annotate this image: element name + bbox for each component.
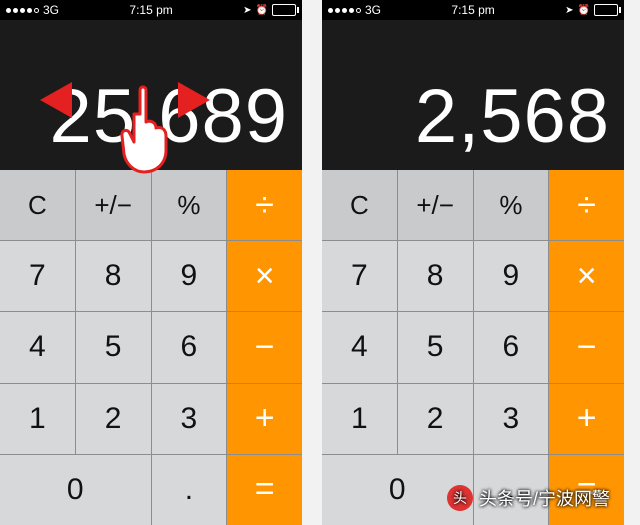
clear-button[interactable]: C <box>0 170 75 240</box>
phone-after: 3G 7:15 pm ➤ ⏰ 2,568 C +/− % ÷ 7 8 9 × 4… <box>322 0 624 525</box>
sign-button[interactable]: +/− <box>76 170 151 240</box>
status-bar: 3G 7:15 pm ➤ ⏰ <box>0 0 302 20</box>
digit-6-button[interactable]: 6 <box>152 312 227 382</box>
carrier-label: 3G <box>43 3 59 17</box>
digit-1-button[interactable]: 1 <box>0 384 75 454</box>
minus-button[interactable]: − <box>227 312 302 382</box>
battery-icon <box>594 4 618 16</box>
clock: 7:15 pm <box>451 3 494 17</box>
digit-9-button[interactable]: 9 <box>474 241 549 311</box>
status-bar: 3G 7:15 pm ➤ ⏰ <box>322 0 624 20</box>
equals-button[interactable]: = <box>549 455 624 525</box>
digit-5-button[interactable]: 5 <box>76 312 151 382</box>
percent-button[interactable]: % <box>474 170 549 240</box>
digit-0-button[interactable]: 0 <box>322 455 473 525</box>
multiply-button[interactable]: × <box>549 241 624 311</box>
digit-3-button[interactable]: 3 <box>152 384 227 454</box>
digit-8-button[interactable]: 8 <box>76 241 151 311</box>
location-icon: ➤ <box>243 5 251 16</box>
signal-dots-icon <box>328 8 361 13</box>
digit-5-button[interactable]: 5 <box>398 312 473 382</box>
digit-2-button[interactable]: 2 <box>398 384 473 454</box>
calc-display[interactable]: 25,689 <box>0 20 302 170</box>
decimal-button[interactable]: . <box>474 455 549 525</box>
signal-dots-icon <box>6 8 39 13</box>
percent-button[interactable]: % <box>152 170 227 240</box>
calc-display[interactable]: 2,568 <box>322 20 624 170</box>
digit-6-button[interactable]: 6 <box>474 312 549 382</box>
clear-button[interactable]: C <box>322 170 397 240</box>
digit-0-button[interactable]: 0 <box>0 455 151 525</box>
divide-button[interactable]: ÷ <box>549 170 624 240</box>
display-value: 25,689 <box>50 73 288 160</box>
keypad: C +/− % ÷ 7 8 9 × 4 5 6 − 1 2 3 + 0 . = <box>0 170 302 525</box>
digit-4-button[interactable]: 4 <box>322 312 397 382</box>
digit-8-button[interactable]: 8 <box>398 241 473 311</box>
alarm-icon: ⏰ <box>578 5 590 16</box>
battery-icon <box>272 4 296 16</box>
alarm-icon: ⏰ <box>256 5 268 16</box>
keypad: C +/− % ÷ 7 8 9 × 4 5 6 − 1 2 3 + 0 . = <box>322 170 624 525</box>
digit-7-button[interactable]: 7 <box>322 241 397 311</box>
phone-before: 3G 7:15 pm ➤ ⏰ 25,689 C +/− % ÷ 7 8 9 × … <box>0 0 302 525</box>
location-icon: ➤ <box>565 5 573 16</box>
carrier-label: 3G <box>365 3 381 17</box>
plus-button[interactable]: + <box>227 384 302 454</box>
digit-9-button[interactable]: 9 <box>152 241 227 311</box>
equals-button[interactable]: = <box>227 455 302 525</box>
decimal-button[interactable]: . <box>152 455 227 525</box>
display-value: 2,568 <box>415 73 610 160</box>
sign-button[interactable]: +/− <box>398 170 473 240</box>
digit-7-button[interactable]: 7 <box>0 241 75 311</box>
multiply-button[interactable]: × <box>227 241 302 311</box>
divide-button[interactable]: ÷ <box>227 170 302 240</box>
minus-button[interactable]: − <box>549 312 624 382</box>
digit-3-button[interactable]: 3 <box>474 384 549 454</box>
digit-1-button[interactable]: 1 <box>322 384 397 454</box>
plus-button[interactable]: + <box>549 384 624 454</box>
digit-4-button[interactable]: 4 <box>0 312 75 382</box>
digit-2-button[interactable]: 2 <box>76 384 151 454</box>
clock: 7:15 pm <box>129 3 172 17</box>
